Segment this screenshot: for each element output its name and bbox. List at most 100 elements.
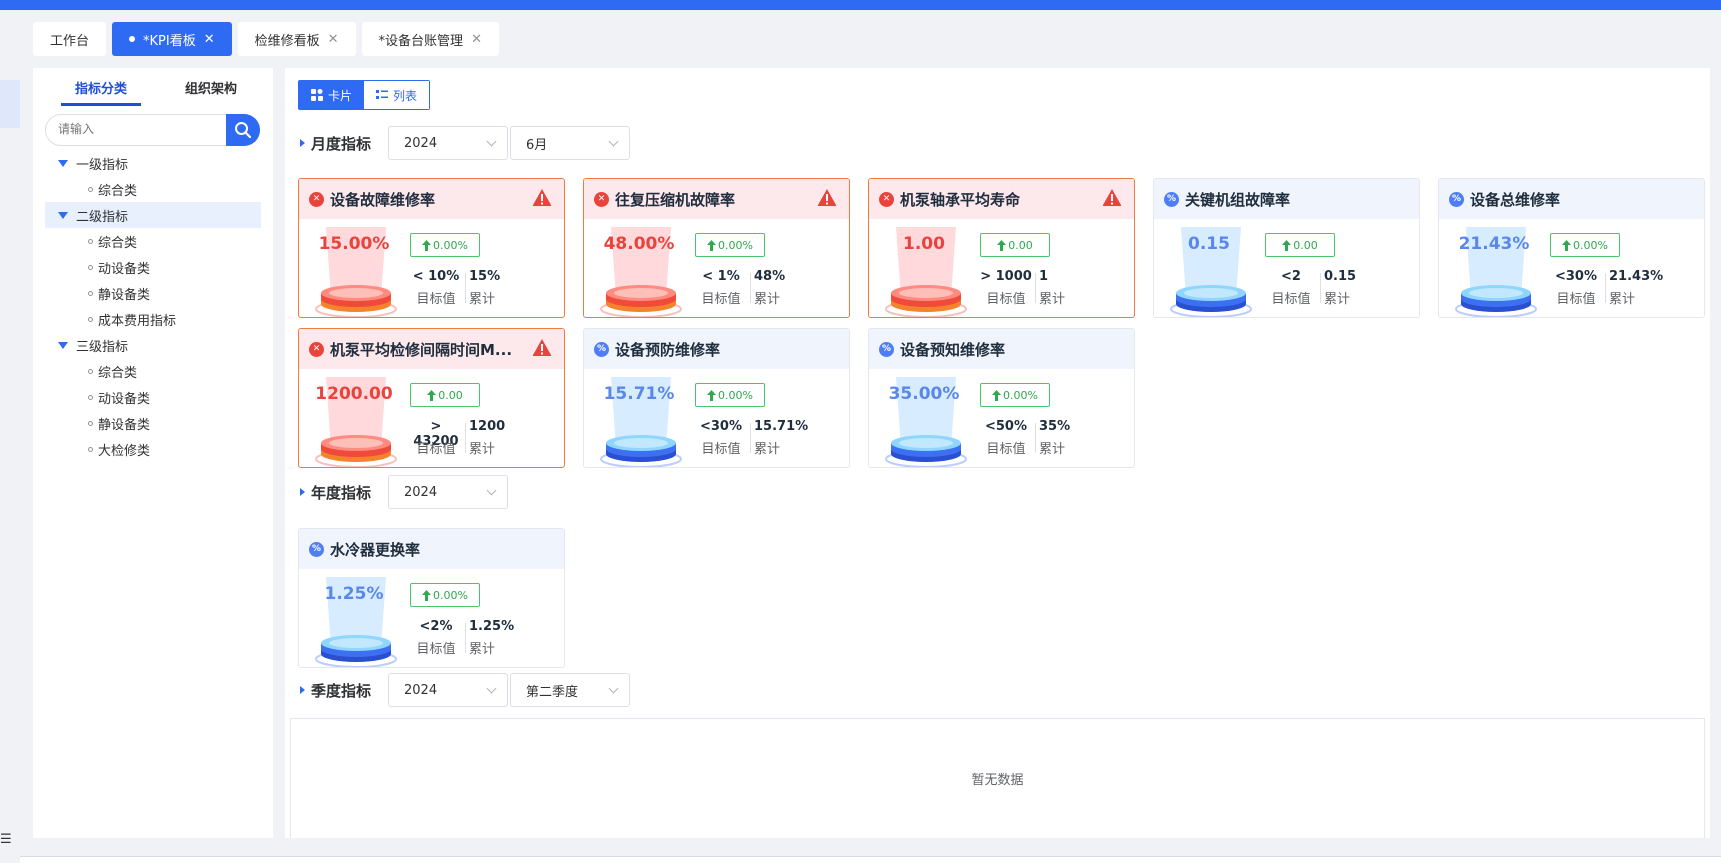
tab-maintenance-board[interactable]: 检维修看板 ✕ (237, 22, 356, 56)
bullet-icon (88, 316, 93, 322)
kpi-accum-label: 累计 (469, 442, 496, 457)
kpi-accum-label: 累计 (469, 292, 496, 307)
kpi-accum: 35% 累计 (1039, 419, 1099, 457)
kpi-card-body: 1200.00 0.00 > 43200 目标值 1200 累计 (299, 369, 564, 467)
search-button[interactable] (226, 114, 260, 146)
kpi-accum-value: 1.25% (469, 619, 515, 634)
kpi-accum: 48% 累计 (754, 269, 814, 307)
kpi-accum-value: 1 (1039, 269, 1049, 284)
nav-active-marker[interactable] (0, 80, 20, 128)
year-select[interactable]: 2024 (388, 475, 508, 509)
kpi-card[interactable]: ✕ 机泵平均检修间隔时间M... 1200.00 0.00 > 43200 目标值 1200… (298, 328, 565, 468)
tree-node-label: 三级指标 (76, 339, 129, 355)
kpi-card-title: 水冷器更换率 (330, 540, 421, 559)
chevron-down-icon (486, 683, 497, 693)
tree-node-leaf[interactable]: 动设备类 (33, 254, 273, 280)
month-select[interactable]: 6月 (510, 126, 630, 160)
kpi-target: < 1% 目标值 (692, 269, 750, 307)
caret-down-icon[interactable] (58, 211, 68, 219)
kpi-card[interactable]: ✕ 设备故障维修率 15.00% 0.00% < 10% 目标值 15% 累计 (298, 178, 565, 318)
kpi-card-title: 设备预知维修率 (900, 340, 1006, 359)
kpi-target-label: 目标值 (416, 292, 456, 307)
menu-toggle-icon[interactable]: ☰ (0, 832, 12, 847)
kpi-card[interactable]: % 关键机组故障率 0.15 0.00 <2 目标值 0.15 累计 (1153, 178, 1420, 318)
kpi-card-header: ✕ 机泵轴承平均寿命 (869, 179, 1134, 219)
exclamation-triangle-icon[interactable] (532, 338, 552, 361)
list-view-button[interactable]: 列表 (364, 81, 430, 109)
tree-node-label: 综合类 (98, 235, 138, 251)
tab-org-structure[interactable]: 组织架构 (171, 78, 251, 106)
bottom-scrollbar[interactable] (20, 856, 1721, 863)
kpi-card[interactable]: % 设备预知维修率 35.00% 0.00% <50% 目标值 35% 累计 (868, 328, 1135, 468)
kpi-card-title: 机泵轴承平均寿命 (900, 190, 1021, 209)
tab-kpi-board[interactable]: *KPI看板 ✕ (112, 22, 232, 56)
tab-workbench[interactable]: 工作台 (33, 22, 107, 56)
select-value: 2024 (404, 135, 438, 151)
tree-node-level1[interactable]: 一级指标 (33, 150, 273, 176)
card-view-button[interactable]: 卡片 (299, 81, 365, 109)
filter-selects: 2024 6月 (388, 126, 630, 160)
tree-node-label: 静设备类 (98, 417, 151, 433)
kpi-accum-label: 累计 (1039, 292, 1066, 307)
tab-indicator-category[interactable]: 指标分类 (61, 78, 141, 106)
kpi-target-label: 目标值 (1271, 292, 1311, 307)
kpi-card[interactable]: ✕ 机泵轴承平均寿命 1.00 0.00 > 1000 目标值 1 累计 (868, 178, 1135, 318)
tree-node-leaf[interactable]: 成本费用指标 (33, 306, 273, 332)
kpi-card[interactable]: % 设备总维修率 21.43% 0.00% <30% 目标值 21.43% 累计 (1438, 178, 1705, 318)
kpi-accum: 1200 累计 (469, 419, 529, 457)
tree-node-level1[interactable]: 三级指标 (33, 332, 273, 358)
quarter-select[interactable]: 第二季度 (510, 673, 630, 707)
exclamation-triangle-icon[interactable] (817, 188, 837, 211)
bullet-icon (88, 368, 93, 374)
kpi-target-label: 目标值 (416, 642, 456, 657)
year-select[interactable]: 2024 (388, 673, 508, 707)
caret-down-icon[interactable] (58, 341, 68, 349)
tree-node-leaf[interactable]: 静设备类 (33, 410, 273, 436)
close-icon[interactable]: ✕ (471, 32, 482, 47)
caret-down-icon[interactable] (58, 159, 68, 167)
kpi-accum: 1 累计 (1039, 269, 1099, 307)
tree-node-leaf[interactable]: 大检修类 (33, 436, 273, 462)
bullet-icon (88, 264, 93, 270)
kpi-accum-label: 累计 (754, 442, 781, 457)
tab-equipment-ledger[interactable]: *设备台账管理 ✕ (361, 22, 499, 56)
section-title-text: 季度指标 (311, 681, 372, 700)
kpi-target-value: <2 (1281, 269, 1301, 284)
kpi-card-body: 35.00% 0.00% <50% 目标值 35% 累计 (869, 369, 1134, 467)
kpi-card[interactable]: % 水冷器更换率 1.25% 0.00% <2% 目标值 1.25% 累计 (298, 528, 565, 668)
search-input[interactable] (58, 122, 198, 136)
kpi-card-title: 设备预防维修率 (615, 340, 721, 359)
kpi-card[interactable]: ✕ 往复压缩机故障率 48.00% 0.00% < 1% 目标值 48% 累计 (583, 178, 850, 318)
tab-label: 检维修看板 (254, 33, 320, 49)
kpi-card[interactable]: % 设备预防维修率 15.71% 0.00% <30% 目标值 15.71% 累计 (583, 328, 850, 468)
tree-node-leaf[interactable]: 静设备类 (33, 280, 273, 306)
exclamation-triangle-icon[interactable] (532, 188, 552, 211)
kpi-change-badge: 0.00 (980, 233, 1050, 257)
kpi-card-title: 设备故障维修率 (330, 190, 436, 209)
tree-node-leaf[interactable]: 综合类 (33, 358, 273, 384)
year-select[interactable]: 2024 (388, 126, 508, 160)
exclamation-triangle-icon[interactable] (1102, 188, 1122, 211)
tree-node-leaf[interactable]: 综合类 (33, 176, 273, 202)
close-icon[interactable]: ✕ (328, 32, 339, 47)
tree-node-leaf[interactable]: 动设备类 (33, 384, 273, 410)
kpi-target-label: 目标值 (986, 442, 1026, 457)
tree-node-label: 综合类 (98, 183, 138, 199)
sidebar-tabs: 指标分类 组织架构 (61, 78, 251, 106)
kpi-target-value: <2% (419, 619, 453, 634)
kpi-value: 1.25% (324, 584, 384, 604)
kpi-value: 1.00 (903, 234, 945, 254)
sidebar: 指标分类 组织架构 一级指标 综合类 二级指标 综合类 动设备类 静设备类 成本… (33, 68, 273, 838)
select-value: 2024 (404, 682, 438, 698)
kpi-change-badge: 0.00% (410, 583, 480, 607)
kpi-target-value: <30% (699, 419, 742, 434)
kpi-card-header: % 设备预知维修率 (869, 329, 1134, 369)
kpi-change-text: 0.00% (718, 388, 753, 402)
kpi-change-badge: 0.00% (410, 233, 480, 257)
tree-node-leaf[interactable]: 综合类 (33, 228, 273, 254)
tree-node-level1-selected[interactable]: 二级指标 (45, 202, 261, 228)
tree-node-label: 动设备类 (98, 391, 151, 407)
divider (1605, 273, 1606, 303)
close-icon[interactable]: ✕ (204, 32, 215, 47)
kpi-target: < 10% 目标值 (407, 269, 465, 307)
